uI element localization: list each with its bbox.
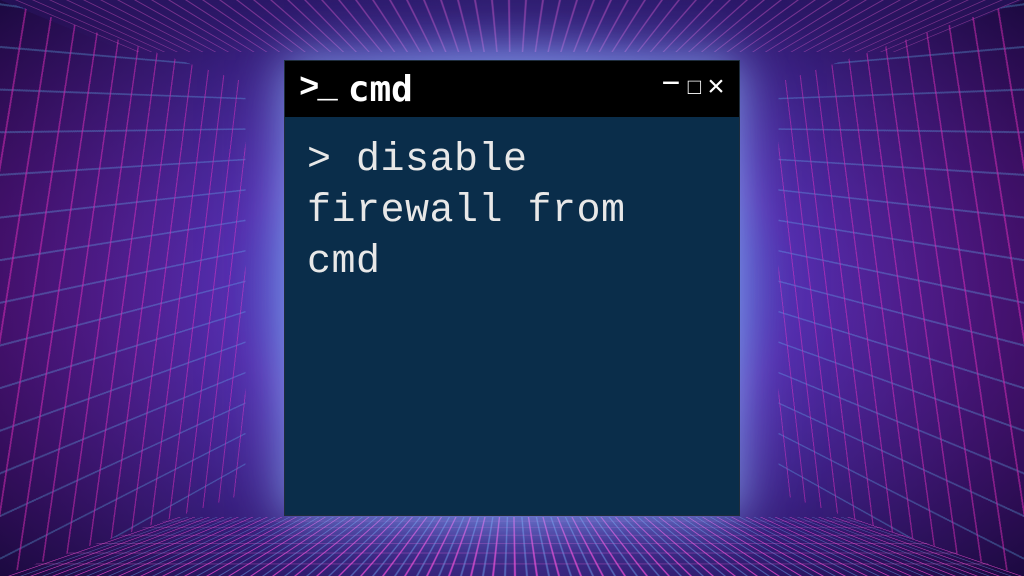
- window-title: cmd: [348, 69, 648, 110]
- terminal-window: >_ cmd – □ × > disable firewall from cmd: [284, 60, 740, 516]
- minimize-button[interactable]: –: [660, 65, 682, 101]
- prompt-icon: >_: [299, 70, 336, 108]
- maximize-button[interactable]: □: [688, 78, 701, 100]
- terminal-body[interactable]: > disable firewall from cmd: [285, 117, 739, 515]
- right-wall-grid: [778, 0, 1024, 576]
- titlebar[interactable]: >_ cmd – □ ×: [285, 61, 739, 117]
- prompt-symbol: >: [307, 138, 332, 183]
- window-controls: – □ ×: [660, 71, 725, 107]
- close-button[interactable]: ×: [707, 74, 725, 104]
- left-wall-grid: [0, 0, 246, 576]
- command-input[interactable]: disable firewall from cmd: [307, 138, 626, 285]
